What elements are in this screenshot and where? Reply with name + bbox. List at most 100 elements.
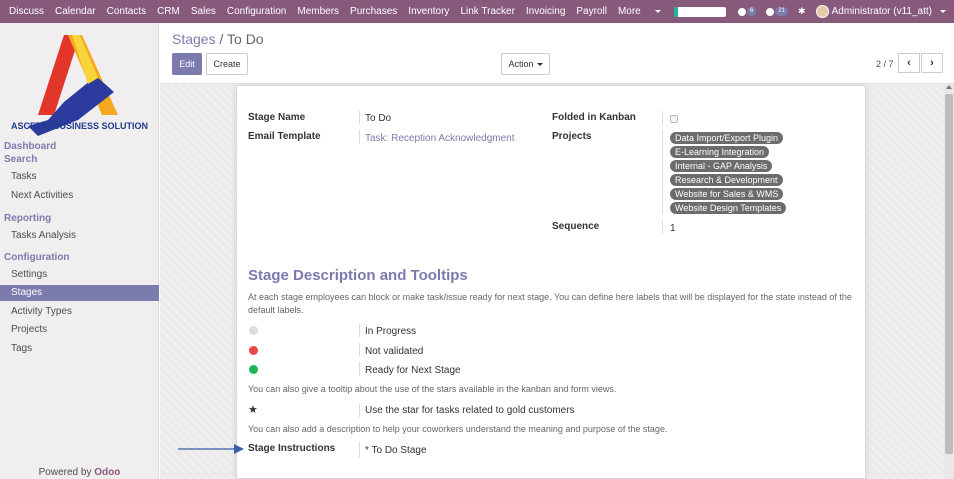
progress-fill (674, 6, 679, 17)
powered-by: Powered by Odoo (0, 467, 159, 478)
sidebar: ASCETIC BUSINESS SOLUTION Dashboard Sear… (0, 23, 159, 479)
email-template-label: Email Template (248, 131, 321, 142)
star-label: Use the star for tasks related to gold c… (365, 405, 575, 416)
state-done-label: Ready for Next Stage (365, 365, 461, 376)
chevron-left-icon: ‹ (907, 57, 911, 69)
menu-item-crm[interactable]: CRM (157, 6, 180, 17)
activities-button[interactable]: 21 (766, 7, 789, 16)
sidebar-header-reporting: Reporting (4, 213, 52, 224)
projects-label: Projects (552, 131, 592, 142)
folded-checkbox[interactable] (670, 115, 678, 123)
menu-item-configuration[interactable]: Configuration (227, 6, 286, 17)
action-dropdown[interactable]: Action (501, 53, 550, 75)
clock-icon (766, 7, 775, 16)
field-separator (359, 442, 360, 458)
arrow-right-icon (178, 444, 244, 454)
breadcrumb: Stages / To Do (172, 31, 264, 47)
menu-item-members[interactable]: Members (297, 6, 339, 17)
help-text-star: You can also give a tooltip about the us… (248, 384, 617, 394)
star-icon: ★ (248, 404, 258, 416)
menu-item-discuss[interactable]: Discuss (9, 6, 44, 17)
progress-indicator[interactable] (674, 6, 727, 17)
scroll-thumb[interactable] (945, 94, 953, 454)
sequence-value: 1 (670, 223, 676, 234)
sidebar-item-tags[interactable]: Tags (0, 341, 159, 357)
activities-count: 21 (775, 7, 789, 16)
chevron-right-icon: › (930, 57, 934, 69)
section-title: Stage Description and Tooltips (248, 267, 468, 284)
sidebar-header-configuration: Configuration (4, 252, 70, 263)
menu-item-link-tracker[interactable]: Link Tracker (460, 6, 514, 17)
field-separator (359, 343, 360, 357)
menu-item-calendar[interactable]: Calendar (55, 6, 96, 17)
bug-icon[interactable]: ✱ (798, 6, 806, 17)
stage-name-value: To Do (365, 113, 392, 124)
menu-item-invoicing[interactable]: Invoicing (526, 6, 565, 17)
field-separator (359, 111, 360, 125)
sidebar-item-dashboard[interactable]: Dashboard (4, 141, 56, 152)
help-text-description: You can also add a description to help y… (248, 424, 668, 434)
email-template-link[interactable]: Task: Reception Acknowledgment (365, 133, 515, 144)
menu-item-more[interactable]: More (618, 6, 641, 17)
pager-previous-button[interactable]: ‹ (898, 53, 920, 73)
powered-by-text: Powered by (38, 467, 92, 478)
odoo-link[interactable]: Odoo (94, 467, 120, 478)
sidebar-item-next-activities[interactable]: Next Activities (0, 188, 159, 204)
form-sheet: Stage Name To Do Email Template Task: Re… (236, 85, 866, 479)
sidebar-item-stages[interactable]: Stages (0, 285, 159, 301)
create-button[interactable]: Create (206, 53, 248, 75)
status-dot-green-icon (249, 365, 258, 374)
messages-button[interactable]: 6 (738, 7, 757, 16)
control-panel: Stages / To Do Edit Create Action 2 / 7 … (160, 23, 954, 84)
folded-label: Folded in Kanban (552, 112, 636, 123)
field-separator (359, 403, 360, 417)
sequence-label: Sequence (552, 221, 600, 232)
user-menu[interactable]: Administrator (v11_att) (832, 6, 932, 17)
project-tag: Website for Sales & WMS (670, 188, 784, 200)
sidebar-item-activity-types[interactable]: Activity Types (0, 304, 159, 320)
field-separator (359, 362, 360, 376)
menu-item-sales[interactable]: Sales (191, 6, 216, 17)
stage-instructions-value: * To Do Stage (365, 445, 427, 456)
project-tag: E-Learning Integration (670, 146, 770, 158)
avatar[interactable] (815, 5, 829, 18)
status-dot-red-icon (249, 346, 258, 355)
sidebar-item-settings[interactable]: Settings (0, 267, 159, 283)
pager-value[interactable]: 2 / 7 (876, 59, 894, 69)
field-separator (662, 220, 663, 234)
menu-item-inventory[interactable]: Inventory (408, 6, 449, 17)
pager-next-button[interactable]: › (921, 53, 943, 73)
menu-item-contacts[interactable]: Contacts (107, 6, 146, 17)
menu-item-purchases[interactable]: Purchases (350, 6, 397, 17)
main-menu: Discuss Calendar Contacts CRM Sales Configura… (0, 6, 661, 17)
state-normal-label: In Progress (365, 326, 417, 337)
sidebar-item-tasks[interactable]: Tasks (0, 169, 159, 185)
breadcrumb-parent[interactable]: Stages (172, 31, 216, 47)
edit-button[interactable]: Edit (172, 53, 202, 75)
field-separator (359, 323, 360, 337)
scroll-up-arrow-icon[interactable] (946, 85, 952, 89)
breadcrumb-separator: / (219, 31, 224, 47)
scrollbar[interactable] (944, 84, 954, 479)
field-separator (359, 130, 360, 144)
chat-icon (738, 7, 747, 16)
stage-name-label: Stage Name (248, 112, 306, 123)
menu-item-payroll[interactable]: Payroll (576, 6, 607, 17)
chevron-down-icon[interactable] (940, 10, 946, 13)
sidebar-item-tasks-analysis[interactable]: Tasks Analysis (0, 228, 159, 244)
field-separator (662, 130, 663, 214)
help-text-states: At each stage employees can block or mak… (248, 292, 852, 315)
systray: 6 21 ✱ Administrator (v11_att) (674, 0, 954, 23)
sidebar-item-projects[interactable]: Projects (0, 322, 159, 338)
breadcrumb-current: To Do (227, 31, 264, 47)
state-blocked-label: Not validated (365, 346, 424, 357)
field-separator (662, 111, 663, 125)
project-tag: Research & Development (670, 174, 783, 186)
top-navbar: Discuss Calendar Contacts CRM Sales Configura… (0, 0, 954, 23)
project-tag: Internal - GAP Analysis (670, 160, 773, 172)
messages-count: 6 (747, 7, 757, 16)
sidebar-header-search: Search (4, 154, 38, 165)
chevron-down-icon (536, 63, 543, 67)
project-tag: Data Import/Export Plugin (670, 132, 784, 144)
project-tag: Website Design Templates (670, 202, 787, 214)
